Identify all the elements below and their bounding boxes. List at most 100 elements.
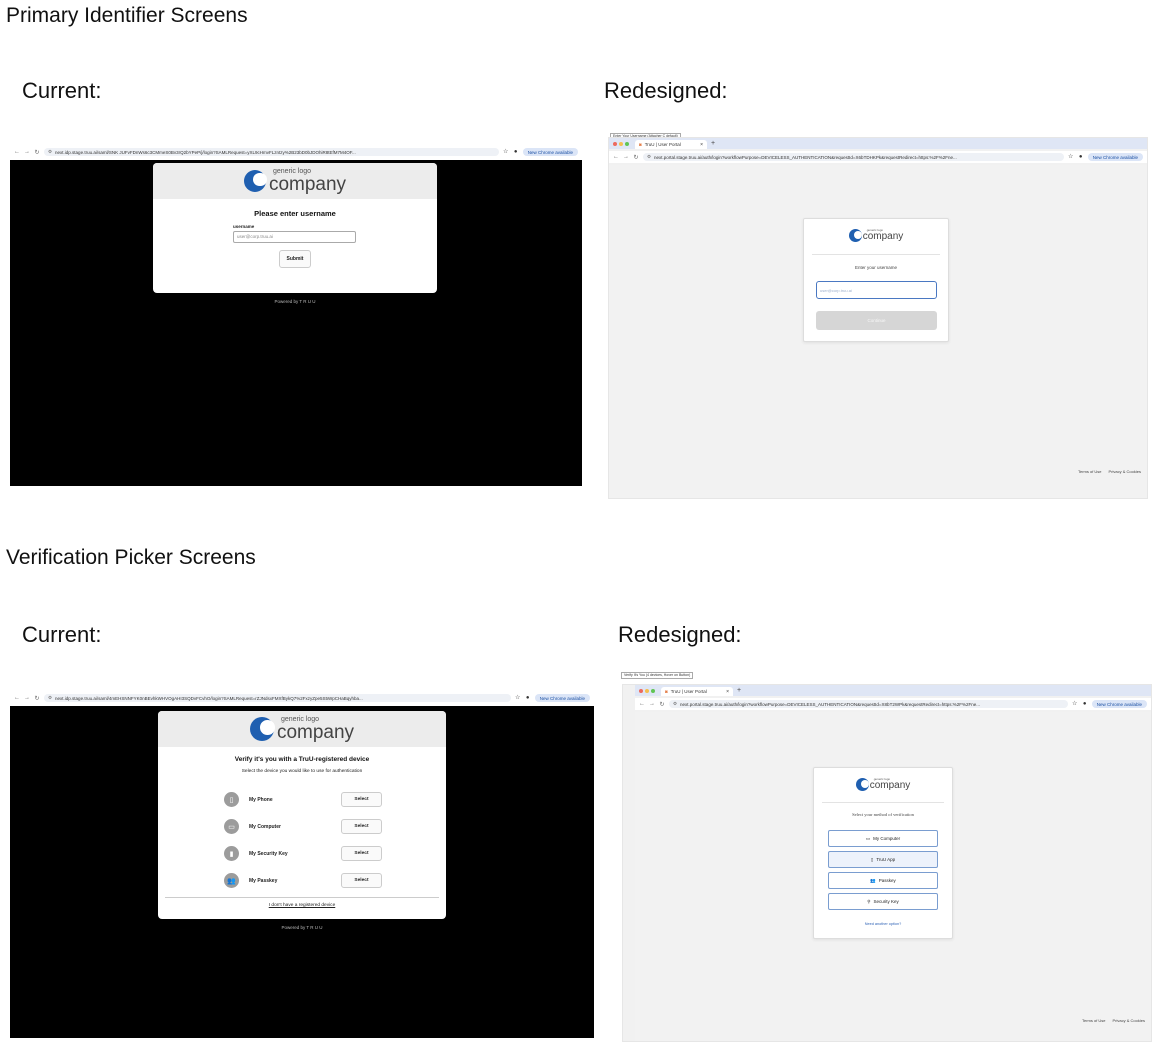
address-bar[interactable]: ⚙ next.portal.stage.truu.ai/auth/login?wo… — [643, 153, 1064, 161]
page-subtitle: Select the device you would like to use … — [241, 769, 363, 774]
address-bar[interactable]: ⚙ next.idp.stage.truu.ai/saml/4mEHSNNFYK0… — [44, 694, 511, 702]
profile-icon[interactable]: ● — [1078, 154, 1084, 160]
minimize-window-icon[interactable] — [645, 688, 649, 693]
logo-mark-icon — [249, 717, 275, 741]
terms-link[interactable]: Terms of Use — [1082, 1018, 1106, 1023]
back-icon[interactable]: ← — [613, 154, 619, 160]
maximize-window-icon[interactable] — [651, 688, 655, 693]
site-info-icon: ⚙ — [48, 695, 53, 700]
method-button[interactable]: 👥 Passkey — [828, 872, 938, 889]
forward-icon[interactable]: → — [24, 149, 30, 155]
select-button[interactable]: Select — [341, 792, 382, 807]
footer-links: Terms of Use Privacy & Cookies — [1082, 1018, 1145, 1023]
profile-icon[interactable]: ● — [1082, 701, 1088, 707]
forward-icon[interactable]: → — [649, 701, 655, 707]
new-chrome-badge[interactable]: New Chrome available — [534, 694, 590, 702]
username-input[interactable]: user@corp.truu.ai — [816, 281, 937, 299]
card-subtitle: Select your method of verification — [852, 812, 914, 817]
new-tab-icon[interactable]: + — [737, 685, 741, 696]
method-button[interactable]: ▯ TruU App — [828, 851, 938, 868]
submit-button[interactable]: Submit — [279, 250, 311, 268]
reload-icon[interactable]: ↻ — [659, 701, 665, 708]
truu-brand: T R U U — [306, 925, 323, 930]
truu-brand: T R U U — [299, 299, 316, 304]
company-logo: generic logo company — [243, 168, 346, 194]
method-label: Security Key — [873, 899, 899, 904]
profile-icon[interactable]: ● — [513, 149, 519, 155]
address-bar[interactable]: ⚙ next.portal.stage.truu.ai/auth/login?wo… — [669, 700, 1068, 708]
passkey-icon: 👥 — [870, 877, 876, 883]
star-icon[interactable]: ☆ — [1072, 701, 1078, 707]
logo-cutout — [253, 172, 267, 187]
star-icon[interactable]: ☆ — [515, 695, 521, 701]
close-window-icon[interactable] — [613, 141, 617, 146]
new-chrome-badge[interactable]: New Chrome available — [1091, 700, 1147, 708]
login-card: generic logo company Enter your username… — [803, 218, 949, 342]
maximize-window-icon[interactable] — [625, 141, 629, 146]
star-icon[interactable]: ☆ — [1068, 154, 1074, 160]
address-bar[interactable]: ⚙ next.idp.stage.truu.ai/saml/SNK JUFvFDn… — [44, 148, 499, 156]
privacy-link[interactable]: Privacy & Cookies — [1113, 1018, 1145, 1023]
reload-icon[interactable]: ↻ — [34, 695, 40, 702]
light-page: generic logo company Select your method … — [635, 712, 1151, 1041]
terms-link[interactable]: Terms of Use — [1078, 469, 1102, 474]
device-row: 👥 My Passkey Select — [224, 873, 382, 888]
card-divider — [812, 254, 940, 255]
forward-icon[interactable]: → — [623, 154, 629, 160]
method-button[interactable]: ▭ My Computer — [828, 830, 938, 847]
new-chrome-badge[interactable]: New Chrome available — [522, 148, 578, 156]
browser-tab[interactable]: ◙ TruU | User Portal × — [661, 687, 733, 696]
back-icon[interactable]: ← — [14, 149, 20, 155]
new-tab-icon[interactable]: + — [711, 138, 715, 149]
continue-button[interactable]: Continue — [816, 311, 937, 330]
current-label: Current: — [22, 622, 102, 647]
logo-cutout — [861, 779, 870, 788]
redesigned-username-screenshot: ◙ TruU | User Portal × + ← → ↻ ⚙ next.porta… — [608, 137, 1148, 499]
close-tab-icon[interactable]: × — [726, 689, 729, 695]
login-card: generic logo company Please enter userna… — [153, 163, 437, 293]
phone-icon: ▯ — [224, 792, 239, 807]
logo-header: generic logo company — [153, 163, 437, 199]
logo-mark-icon — [243, 170, 267, 192]
reload-icon[interactable]: ↻ — [34, 149, 40, 156]
current-username-screenshot: ← → ↻ ⚙ next.idp.stage.truu.ai/saml/SNK J… — [10, 146, 582, 486]
favicon-icon: ◙ — [639, 142, 642, 147]
minimize-window-icon[interactable] — [619, 141, 623, 146]
star-icon[interactable]: ☆ — [503, 149, 509, 155]
security-key-icon: ▮ — [224, 846, 239, 861]
logo-mark-icon — [848, 229, 863, 242]
no-device-link[interactable]: I don't have a registered device — [158, 903, 446, 908]
method-label: Passkey — [878, 878, 896, 883]
back-icon[interactable]: ← — [639, 701, 645, 707]
page-heading: Verify it's you with a TruU-registered d… — [234, 756, 370, 763]
footer-links: Terms of Use Privacy & Cookies — [1078, 469, 1141, 474]
browser-toolbar: ← → ↻ ⚙ next.idp.stage.truu.ai/saml/SNK J… — [10, 146, 582, 158]
profile-icon[interactable]: ● — [525, 695, 531, 701]
browser-tab[interactable]: ◙ TruU | User Portal × — [635, 140, 707, 149]
close-window-icon[interactable] — [639, 688, 643, 693]
dark-page: generic logo company Please enter userna… — [10, 160, 582, 486]
verification-picker-title: Verification Picker Screens — [6, 546, 256, 569]
primary-identifier-title: Primary Identifier Screens — [6, 4, 248, 27]
phone-icon: ▯ — [870, 856, 874, 862]
device-row: ▮ My Security Key Select — [224, 846, 382, 861]
select-button[interactable]: Select — [341, 846, 382, 861]
select-button[interactable]: Select — [341, 819, 382, 834]
logo-header: generic logo company — [158, 711, 446, 747]
forward-icon[interactable]: → — [24, 695, 30, 701]
browser-toolbar: ← → ↻ ⚙ next.portal.stage.truu.ai/auth/lo… — [635, 698, 1151, 710]
close-tab-icon[interactable]: × — [700, 142, 703, 148]
device-row: ▯ My Phone Select — [224, 792, 382, 807]
computer-icon: ▭ — [865, 835, 871, 841]
reload-icon[interactable]: ↻ — [633, 154, 639, 161]
new-chrome-badge[interactable]: New Chrome available — [1087, 153, 1143, 161]
select-button[interactable]: Select — [341, 873, 382, 888]
laptop-icon: ▭ — [224, 819, 239, 834]
browser-toolbar: ← → ↻ ⚙ next.idp.stage.truu.ai/saml/4mEHS… — [10, 692, 594, 704]
username-input[interactable]: user@corp.truu.ai — [233, 231, 356, 243]
method-button[interactable]: ⚲ Security Key — [828, 893, 938, 910]
need-another-option-link[interactable]: Need another option? — [814, 922, 952, 926]
back-icon[interactable]: ← — [14, 695, 20, 701]
redesigned-verification-screenshot: ◙ TruU | User Portal × + ← → ↻ ⚙ next.porta… — [622, 684, 1152, 1042]
privacy-link[interactable]: Privacy & Cookies — [1109, 469, 1141, 474]
